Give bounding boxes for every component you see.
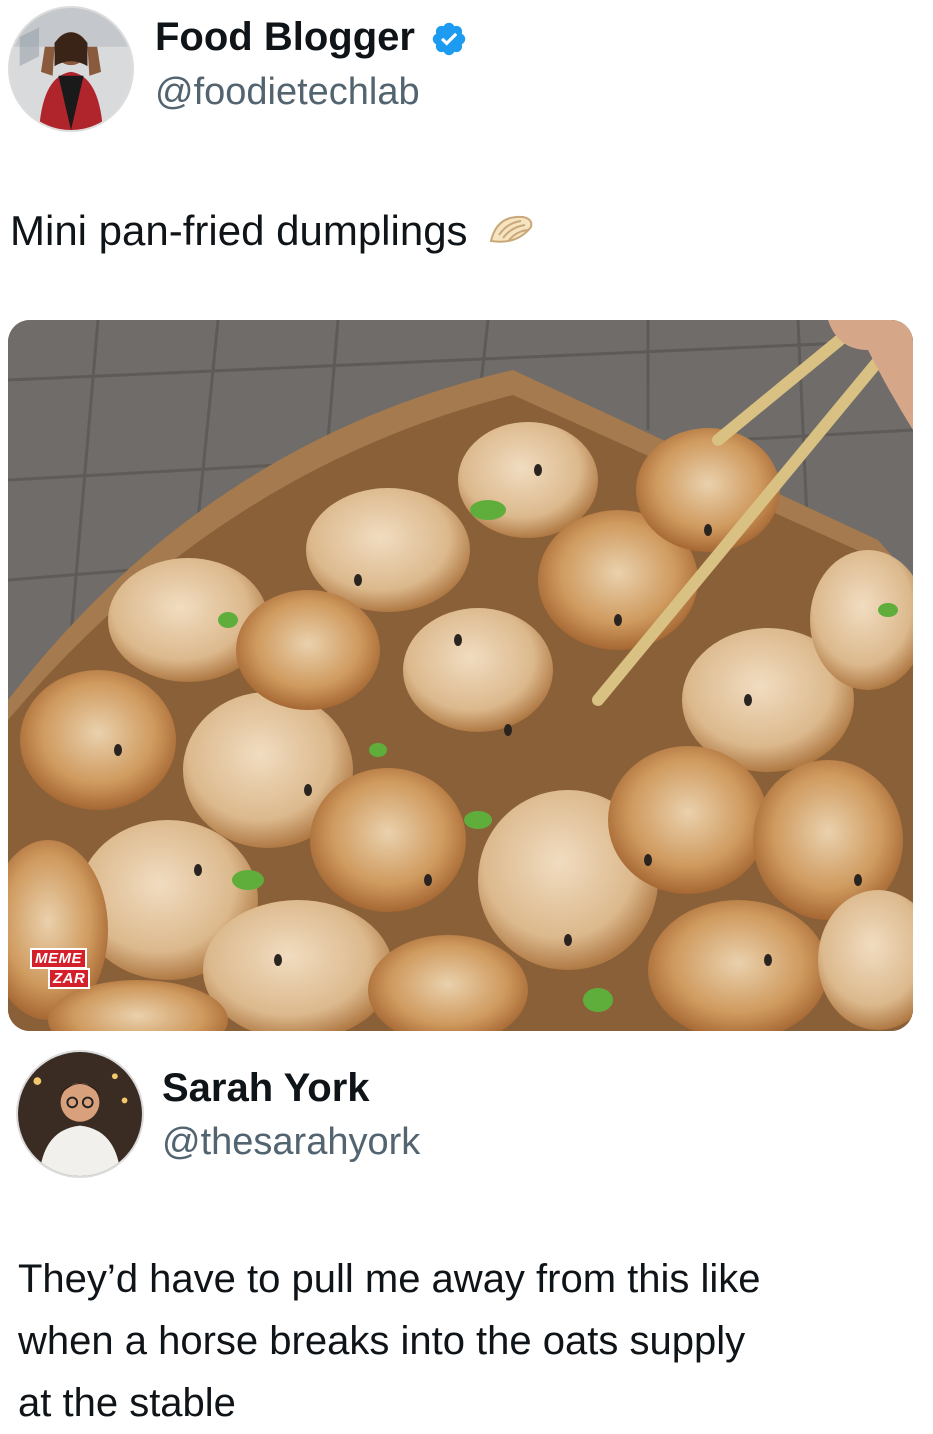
watermark-line2: ZAR <box>48 968 91 989</box>
verified-badge-icon <box>430 20 468 58</box>
dumplings-photo-icon <box>8 320 913 1031</box>
person-avatar-icon <box>18 1052 142 1176</box>
reply-author-handle[interactable]: @thesarahyork <box>162 1120 420 1164</box>
tweet-media-photo[interactable] <box>8 320 913 1031</box>
reply-text-line: They’d have to pull me away from this li… <box>18 1257 761 1301</box>
reply-text-line: when a horse breaks into the oats supply <box>18 1319 746 1363</box>
sarah-york-avatar[interactable] <box>16 1050 144 1178</box>
author-display-name[interactable]: Food Blogger <box>155 14 415 60</box>
tweet-text: Mini pan-fried dumplings <box>10 205 535 257</box>
reply-text-line: at the stable <box>18 1381 236 1425</box>
tweet-text-content: Mini pan-fried dumplings <box>10 207 468 254</box>
memezar-watermark: MEME ZAR <box>30 948 106 994</box>
watermark-line1: MEME <box>30 948 87 969</box>
person-avatar-icon <box>10 8 132 130</box>
author-handle[interactable]: @foodietechlab <box>155 70 420 114</box>
dumpling-emoji-icon <box>487 211 535 251</box>
reply-text: They’d have to pull me away from this li… <box>18 1248 928 1434</box>
tweet-header: Food Blogger @foodietechlab <box>0 0 933 140</box>
reply-author-display-name[interactable]: Sarah York <box>162 1065 370 1111</box>
food-blogger-avatar[interactable] <box>8 6 134 132</box>
